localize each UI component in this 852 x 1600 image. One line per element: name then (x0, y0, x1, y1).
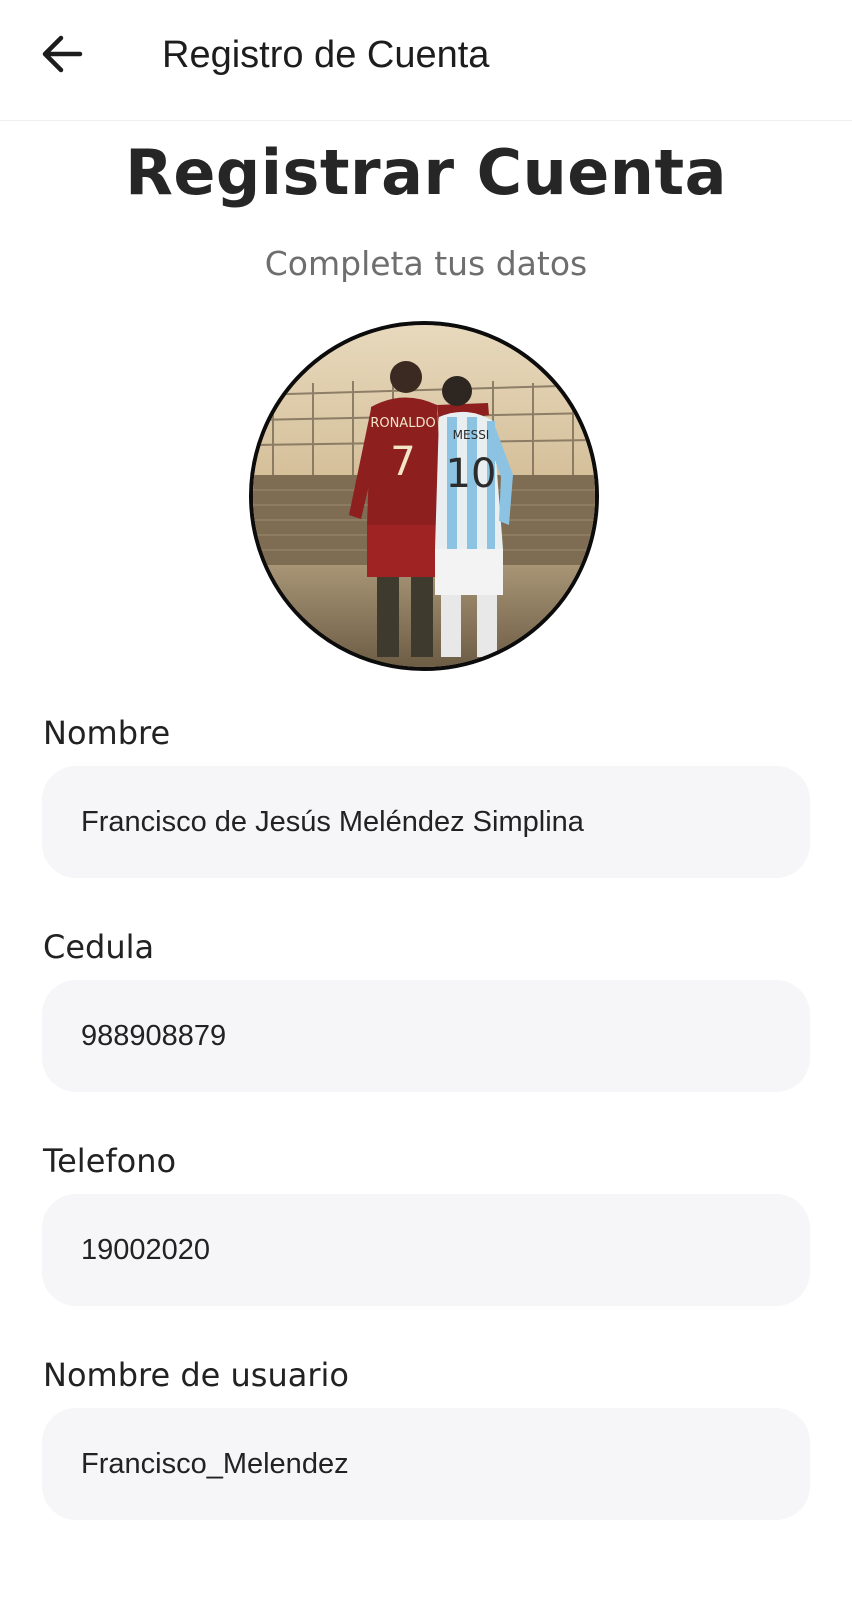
jersey-left-name: RONALDO (370, 416, 435, 431)
arrow-left-icon (42, 35, 83, 73)
jersey-right-name: MESSI (453, 428, 490, 442)
page-subtitle: Completa tus datos (264, 244, 588, 283)
profile-avatar[interactable]: RONALDO 7 MESSI 10 (249, 321, 599, 671)
telefono-input[interactable]: 19002020 (42, 1194, 810, 1306)
username-label: Nombre de usuario (43, 1356, 349, 1394)
page-title: Registrar Cuenta (125, 136, 727, 209)
app-bar: Registro de Cuenta (0, 0, 852, 121)
jersey-left-number: 7 (390, 439, 415, 485)
jersey-right-number: 10 (446, 451, 497, 497)
cedula-label: Cedula (43, 928, 155, 966)
back-button[interactable] (32, 24, 92, 84)
nombre-input[interactable]: Francisco de Jesús Meléndez Simplina (42, 766, 810, 878)
username-input[interactable]: Francisco_Melendez (42, 1408, 810, 1520)
cedula-input[interactable]: 988908879 (42, 980, 810, 1092)
nombre-label: Nombre (43, 714, 171, 752)
telefono-label: Telefono (43, 1142, 177, 1180)
avatar-image: RONALDO 7 MESSI 10 (253, 325, 595, 667)
app-bar-title: Registro de Cuenta (162, 34, 490, 76)
